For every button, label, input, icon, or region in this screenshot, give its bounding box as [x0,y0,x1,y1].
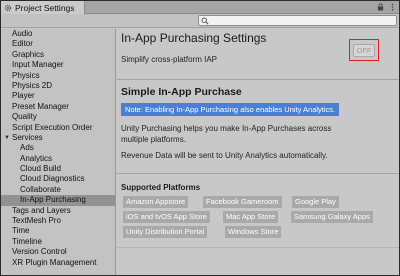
project-settings-window: Project Settings Audio Editor Graphics Inpu… [0,0,400,276]
tab-bar: Project Settings [1,1,399,14]
sidebar-item-textmesh-pro[interactable]: TextMesh Pro [1,216,115,226]
platform-chip: Samsung Galaxy Apps [291,211,373,223]
divider [117,173,399,174]
sidebar-item-in-app-purchasing[interactable]: In-App Purchasing [1,195,115,206]
sidebar-item-analytics[interactable]: Analytics [1,154,115,164]
platform-chip: Windows Store [225,226,282,238]
platforms-title: Supported Platforms [121,183,201,192]
sidebar-item-label: Timeline [12,236,42,246]
sidebar-item-label: Preset Manager [12,101,69,111]
sidebar-item-label: Cloud Build [20,164,61,174]
sidebar-item-cloud-diagnostics[interactable]: Cloud Diagnostics [1,174,115,184]
sidebar-item-ads[interactable]: Ads [1,143,115,153]
sidebar-item-label: Time [12,226,30,236]
sidebar-item-label: Input Manager [12,60,64,70]
sidebar-item-quality[interactable]: Quality [1,112,115,122]
sidebar-item-label: Audio [12,29,33,38]
platform-chip: Google Play [292,196,339,208]
sidebar-item-graphics[interactable]: Graphics [1,50,115,60]
sidebar-item-label: Editor [12,39,33,49]
sidebar-item-audio[interactable]: Audio [1,29,115,39]
platform-chip: Amazon Appstore [123,196,189,208]
sidebar-item-label: TextMesh Pro [12,216,61,226]
sidebar-item-label: Physics [12,70,40,80]
platform-chip: Facebook Gameroom [203,196,282,208]
divider [117,247,399,248]
sidebar-item-label: Player [12,91,35,101]
menu-dots-icon[interactable] [389,3,396,11]
sidebar-item-label: Physics 2D [12,80,53,90]
page-subtitle: Simplify cross-platform IAP [121,55,218,64]
sidebar-item-time[interactable]: Time [1,226,115,236]
lock-icon[interactable] [377,3,384,11]
sidebar-item-editor[interactable]: Editor [1,39,115,49]
sidebar-item-label: Script Execution Order [12,122,93,132]
sidebar-item-player[interactable]: Player [1,91,115,101]
divider [117,79,399,80]
section-title: Simple In-App Purchase [121,86,242,98]
sidebar-item-timeline[interactable]: Timeline [1,237,115,247]
revenue-paragraph: Revenue Data will be sent to Unity Analy… [121,151,328,160]
search-box[interactable] [198,15,397,26]
platform-chip: iOS and tvOS App Store [123,211,210,223]
sidebar-item-label: Quality [12,112,37,122]
sidebar-item-cloud-build[interactable]: Cloud Build [1,164,115,174]
gear-icon [4,4,12,11]
page-title: In-App Purchasing Settings [121,31,267,45]
main-panel: In-App Purchasing Settings Simplify cros… [117,29,399,275]
tab-project-settings[interactable]: Project Settings [1,1,85,14]
platform-chip: Unity Distribution Portal [123,226,208,238]
sidebar-item-physics-2d[interactable]: Physics 2D [1,81,115,91]
sidebar-item-version-control[interactable]: Version Control [1,247,115,257]
sidebar-item-preset-manager[interactable]: Preset Manager [1,102,115,112]
sidebar-item-tags-and-layers[interactable]: Tags and Layers [1,206,115,216]
sidebar-item-script-execution-order[interactable]: Script Execution Order [1,123,115,133]
sidebar-item-label: Version Control [12,247,67,257]
description-paragraph: Unity Purchasing helps you make In-App P… [121,124,332,144]
sidebar-item-label: Tags and Layers [12,205,71,215]
sidebar-item-collaborate[interactable]: Collaborate [1,185,115,195]
search-input[interactable] [209,16,396,25]
sidebar-item-label: Cloud Diagnostics [20,174,85,184]
settings-sidebar: Audio Editor Graphics Input Manager Physics P… [1,29,116,275]
sidebar-item-input-manager[interactable]: Input Manager [1,60,115,70]
sidebar-item-label: Ads [20,143,34,153]
sidebar-item-label: Graphics [12,49,45,59]
sidebar-item-xr-plugin-management[interactable]: XR Plugin Management [1,258,115,268]
sidebar-item-label: XR Plugin Management [12,257,97,267]
sidebar-item-label: Services [12,132,43,142]
sidebar-item-physics[interactable]: Physics [1,71,115,81]
expand-arrow-icon[interactable]: ▼ [4,133,10,143]
tab-title: Project Settings [15,2,75,13]
iap-toggle-button[interactable]: OFF [353,43,375,57]
sidebar-item-label: Analytics [20,153,53,163]
sidebar-item-label: In-App Purchasing [20,195,86,205]
tab-tools [377,3,396,11]
sidebar-item-label: Collaborate [20,184,61,194]
platform-chip: Mac App Store [223,211,279,223]
toggle-highlight: OFF [349,39,379,61]
search-icon [201,16,209,25]
analytics-note: Note: Enabling In-App Purchasing also en… [121,103,340,116]
search-row [1,14,399,28]
sidebar-item-services[interactable]: ▼ Services [1,133,115,143]
